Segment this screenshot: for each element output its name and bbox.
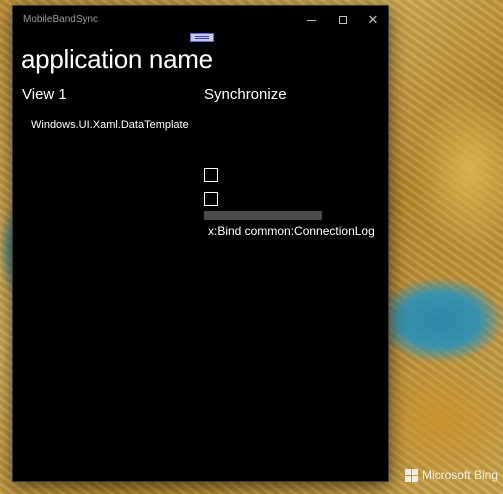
left-pane-title: View 1 <box>22 86 67 103</box>
sync-checkbox-2[interactable] <box>204 192 218 206</box>
close-icon: ✕ <box>367 12 379 28</box>
title-bar[interactable]: MobileBandSync ✕ <box>13 6 388 34</box>
right-pane-title: Synchronize <box>204 86 287 103</box>
windows-logo-icon <box>404 468 418 482</box>
connection-log-text: x:Bind common:ConnectionLog <box>208 224 375 238</box>
minimize-icon <box>306 19 316 21</box>
close-button[interactable]: ✕ <box>356 6 390 34</box>
minimize-button[interactable] <box>294 6 328 34</box>
debug-toolbar-handle[interactable] <box>190 33 214 42</box>
maximize-button[interactable] <box>326 6 360 34</box>
maximize-icon <box>339 16 347 24</box>
bing-watermark-text: Microsoft Bing <box>421 468 498 482</box>
list-item[interactable]: Windows.UI.Xaml.DataTemplate <box>31 119 189 131</box>
app-window: MobileBandSync ✕ application name View 1… <box>12 5 389 482</box>
app-name-heading: application name <box>21 44 213 74</box>
bing-watermark: Microsoft Bing <box>404 468 498 482</box>
sync-checkbox-1[interactable] <box>204 168 218 182</box>
window-title: MobileBandSync <box>23 14 99 25</box>
sync-progress-bar <box>204 211 322 220</box>
